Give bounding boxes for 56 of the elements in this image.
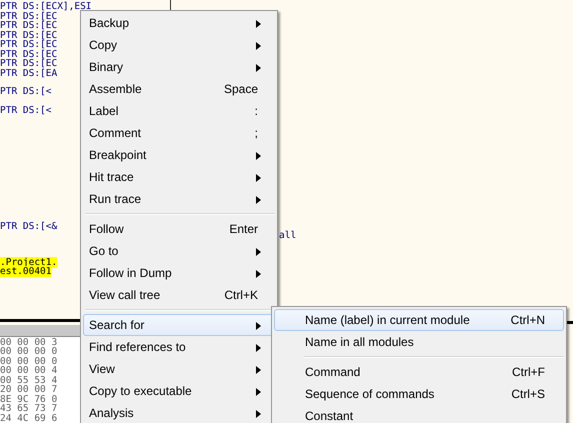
menu-item[interactable]: Follow in Dump	[83, 262, 275, 284]
menu-item[interactable]: Copy	[83, 34, 275, 56]
hex-row-text: 00 00 00 4	[0, 366, 58, 376]
submenu-arrow-icon	[256, 152, 261, 160]
hex-row-text: 00 00 00 0	[0, 347, 58, 357]
submenu-arrow-icon	[256, 366, 261, 374]
menu-item[interactable]: Constant	[274, 405, 564, 423]
menu-item[interactable]: Analysis	[83, 402, 275, 423]
menu-item[interactable]: Find references to	[83, 336, 275, 358]
menu-item[interactable]: View call tree Ctrl+K	[83, 284, 275, 306]
submenu-arrow-icon	[256, 174, 261, 182]
hex-row-text: 00 00 00 3	[0, 338, 58, 348]
menu-item[interactable]: Name in all modules	[274, 331, 564, 353]
code-line: PTR DS:[EC	[0, 10, 58, 22]
code-line: PTR DS:[EC	[0, 20, 58, 31]
menu-item[interactable]: Go to	[83, 240, 275, 262]
menu-item[interactable]: Hit trace	[83, 166, 275, 188]
menu-item[interactable]: Comment ;	[83, 122, 275, 144]
menu-item[interactable]: Command Ctrl+F	[274, 361, 564, 383]
menu-item[interactable]: Sequence of commands Ctrl+S	[274, 383, 564, 405]
code-line: PTR DS:[EC	[0, 30, 58, 40]
code-line: all	[279, 230, 296, 241]
menu-item[interactable]: Backup	[83, 12, 275, 34]
submenu-arrow-icon	[256, 64, 261, 72]
submenu-arrow-icon	[256, 410, 261, 418]
menu-item[interactable]: View	[83, 358, 275, 380]
code-line: PTR DS:[<	[0, 86, 52, 97]
code-line: PTR DS:[ECX],ESI	[0, 1, 92, 12]
hex-row-text: 24 4C 69 6	[0, 414, 58, 423]
submenu-arrow-icon	[256, 322, 261, 330]
code-line: PTR DS:[<	[0, 104, 52, 116]
hex-row-text: 00 55 53 4	[0, 376, 58, 386]
menu-item[interactable]: Assemble Space	[83, 78, 275, 100]
menu-item[interactable]: Name (label) in current module Ctrl+N	[274, 309, 564, 331]
menu-item[interactable]: Follow Enter	[83, 218, 275, 240]
code-line: PTR DS:[EA	[0, 68, 58, 78]
hex-row-text: 8E 9C 76 0	[0, 394, 58, 404]
submenu-arrow-icon	[256, 248, 261, 256]
code-line: PTR DS:[EC	[0, 39, 58, 50]
submenu-arrow-icon	[256, 196, 261, 204]
menu-item[interactable]: Breakpoint	[83, 144, 275, 166]
submenu-arrow-icon	[256, 344, 261, 352]
menu-item[interactable]: Label :	[83, 100, 275, 122]
submenu-arrow-icon	[256, 270, 261, 278]
hex-row-text: 20 00 00 7	[0, 385, 58, 395]
menu-item[interactable]: Run trace	[83, 188, 275, 210]
code-line: PTR DS:[EC	[0, 58, 58, 69]
hex-row-text: 00 00 00 0	[0, 356, 58, 366]
code-line: PTR DS:[<&	[0, 221, 58, 232]
menu-item[interactable]: Copy to executable	[83, 380, 275, 402]
submenu-arrow-icon	[256, 20, 261, 28]
hex-row-text: 43 65 73 7	[0, 404, 58, 414]
code-line: PTR DS:[EC	[0, 48, 58, 60]
menu-item[interactable]: Binary	[83, 56, 275, 78]
submenu-arrow-icon	[256, 42, 261, 50]
submenu-arrow-icon	[256, 388, 261, 396]
